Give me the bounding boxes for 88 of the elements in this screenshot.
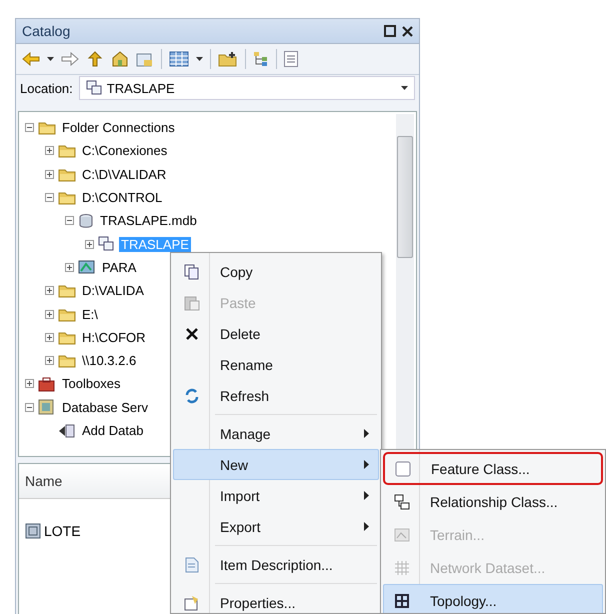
- expand-icon[interactable]: [25, 379, 34, 388]
- collapse-icon[interactable]: [25, 123, 34, 132]
- menu-item[interactable]: Topology...: [383, 584, 603, 613]
- document-icon: [185, 556, 199, 572]
- menu-item[interactable]: New: [173, 449, 379, 480]
- network-icon: [78, 259, 96, 276]
- menu-item[interactable]: Relationship Class...: [383, 485, 603, 518]
- menu-item[interactable]: Copy: [173, 256, 379, 287]
- submenu-arrow-icon: [364, 491, 369, 500]
- menu-item[interactable]: Refresh: [173, 380, 379, 411]
- menu-item[interactable]: Manage: [173, 418, 379, 449]
- new-folder-icon[interactable]: [218, 51, 238, 67]
- list-view-icon[interactable]: [284, 51, 298, 67]
- database-icon: [78, 212, 94, 229]
- collapse-icon[interactable]: [45, 193, 54, 202]
- network-grid-icon: [394, 560, 410, 576]
- refresh-icon: [185, 388, 199, 404]
- forward-arrow-icon[interactable]: [61, 52, 79, 66]
- tree-item[interactable]: D:\VALIDA: [80, 283, 146, 298]
- expand-icon[interactable]: [85, 240, 94, 249]
- tree-item[interactable]: H:\COFOR: [80, 330, 148, 345]
- table-icon: [25, 523, 41, 539]
- square-icon: [395, 460, 411, 476]
- copy-icon: [184, 264, 200, 280]
- folder-icon: [58, 306, 76, 322]
- tree-item[interactable]: Add Datab: [80, 423, 146, 438]
- back-arrow-icon[interactable]: [22, 52, 40, 66]
- location-dropdown[interactable]: TRASLAPE: [78, 76, 415, 100]
- dataset-icon: [86, 80, 103, 96]
- folder-icon: [58, 190, 76, 206]
- tree-item[interactable]: \\10.3.2.6: [80, 353, 138, 368]
- dataset-icon: [98, 236, 115, 252]
- caret-icon[interactable]: [196, 57, 203, 61]
- expand-icon[interactable]: [45, 286, 54, 296]
- add-database-icon: [58, 422, 76, 438]
- collapse-icon[interactable]: [65, 216, 74, 226]
- window-title: Catalog: [22, 23, 72, 39]
- restore-icon[interactable]: [384, 25, 396, 37]
- menu-item[interactable]: Import: [173, 480, 379, 511]
- home-folder-icon[interactable]: [111, 51, 129, 67]
- expand-icon[interactable]: [65, 262, 74, 272]
- submenu-arrow-icon: [364, 522, 369, 531]
- location-label: Location:: [20, 80, 73, 96]
- tree-item[interactable]: Folder Connections: [60, 120, 177, 136]
- expand-icon[interactable]: [45, 146, 54, 156]
- delete-icon: [186, 328, 198, 340]
- close-icon[interactable]: [402, 26, 413, 36]
- folder-icon: [58, 353, 76, 368]
- menu-item[interactable]: Item Description...: [173, 549, 379, 580]
- properties-icon: [184, 594, 200, 610]
- tree-item[interactable]: Toolboxes: [60, 376, 123, 392]
- tree-item[interactable]: TRASLAPE.mdb: [98, 213, 199, 228]
- folder-icon: [38, 120, 56, 136]
- folder-icon: [58, 283, 76, 298]
- menu-item[interactable]: Properties...: [173, 587, 379, 613]
- tree-item[interactable]: Database Serv: [60, 400, 150, 415]
- folder-icon: [58, 143, 76, 158]
- expand-icon[interactable]: [45, 332, 54, 342]
- menu-item[interactable]: Export: [173, 511, 379, 542]
- expand-icon[interactable]: [45, 170, 54, 179]
- menu-item[interactable]: Delete: [173, 318, 379, 349]
- menu-item[interactable]: Feature Class...: [383, 452, 603, 485]
- tree-item[interactable]: C:\Conexiones: [80, 143, 170, 158]
- tree-item[interactable]: E:\: [80, 306, 100, 322]
- collapse-icon[interactable]: [25, 402, 34, 412]
- up-folder-icon[interactable]: [86, 51, 104, 67]
- paste-icon: [184, 294, 200, 310]
- folder-icon: [58, 166, 76, 182]
- toolbox-icon: [38, 376, 56, 392]
- expand-icon[interactable]: [45, 356, 54, 366]
- caret-icon[interactable]: [47, 57, 54, 61]
- tree-item[interactable]: D:\CONTROL: [80, 190, 164, 206]
- relationship-icon: [394, 494, 410, 510]
- submenu-arrow-icon: [364, 429, 369, 438]
- grid-view-icon[interactable]: [169, 51, 189, 67]
- caret-icon: [401, 86, 408, 90]
- folder-link-icon[interactable]: [136, 51, 154, 67]
- topology-icon: [394, 592, 410, 608]
- expand-icon[interactable]: [45, 310, 54, 319]
- tree-item[interactable]: PARA: [100, 260, 138, 275]
- tree-item[interactable]: C:\D\VALIDAR: [80, 166, 168, 182]
- terrain-icon: [394, 526, 410, 542]
- server-icon: [38, 399, 56, 416]
- list-item[interactable]: LOTE: [44, 523, 81, 539]
- tree-view-icon[interactable]: [253, 51, 269, 67]
- submenu-arrow-icon: [364, 460, 369, 469]
- folder-icon: [58, 330, 76, 345]
- menu-item[interactable]: Rename: [173, 349, 379, 380]
